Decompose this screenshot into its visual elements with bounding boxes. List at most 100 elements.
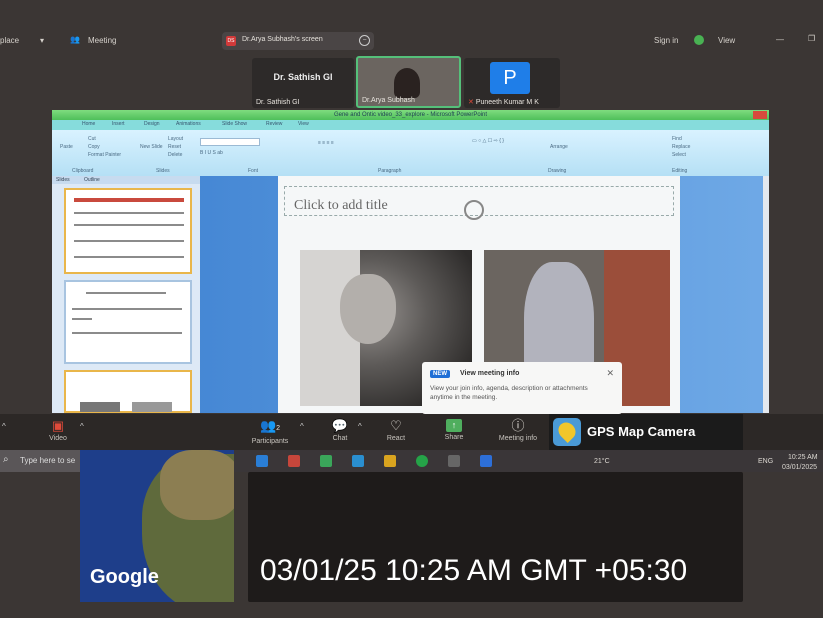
video-label: Video — [49, 435, 67, 442]
whatsapp-icon[interactable] — [416, 455, 428, 467]
participant-tile-puneeth[interactable]: P ✕ Puneeth Kumar M K — [464, 58, 560, 108]
copy-button[interactable]: Copy — [88, 144, 100, 150]
chat-label: Chat — [332, 435, 348, 442]
muted-icon: ✕ Puneeth Kumar M K — [468, 99, 539, 106]
new-slide-button[interactable]: New Slide — [140, 144, 163, 150]
audio-chevron-icon[interactable]: ^ — [2, 422, 6, 431]
app-icon[interactable] — [352, 455, 364, 467]
weather-temperature[interactable]: 21°C — [594, 458, 610, 465]
view-button[interactable]: View — [718, 36, 735, 45]
shapes-gallery[interactable]: ▭ ○ △ ☐ ⇨ { } — [472, 138, 504, 144]
gps-map-thumbnail: Google — [80, 450, 234, 602]
participants-chevron-icon[interactable]: ^ — [300, 422, 304, 431]
thumb-row — [74, 240, 184, 242]
react-button[interactable]: ♡ React — [368, 414, 424, 450]
clock-date[interactable]: 03/01/2025 — [782, 464, 817, 471]
video-chevron-icon[interactable]: ^ — [80, 422, 84, 431]
app-icon[interactable] — [288, 455, 300, 467]
shield-icon — [694, 35, 704, 45]
participants-icon: 👥2 — [259, 418, 281, 433]
arrange-button[interactable]: Arrange — [550, 144, 568, 150]
tab-slide-show[interactable]: Slide Show — [222, 121, 247, 127]
group-clipboard: Clipboard — [72, 168, 94, 174]
slide-thumbnail[interactable] — [64, 188, 192, 274]
thumb-row — [74, 212, 184, 214]
tab-slides[interactable]: Slides — [56, 177, 70, 183]
chat-button[interactable]: 💬 Chat — [312, 414, 368, 450]
font-format-icons[interactable]: B I U S ab — [200, 150, 223, 156]
gps-map-camera-badge: GPS Map Camera — [549, 414, 743, 450]
format-painter-button[interactable]: Format Painter — [88, 152, 121, 158]
slide-thumbnail[interactable] — [64, 280, 192, 364]
share-button[interactable]: ↑ Share — [426, 414, 482, 450]
popup-title: View meeting info — [460, 370, 520, 377]
slide-title-placeholder[interactable]: Click to add title — [294, 198, 388, 214]
thumb-row — [72, 308, 182, 310]
group-drawing: Drawing — [548, 168, 567, 174]
close-icon[interactable]: ✕ — [606, 368, 614, 379]
meeting-info-button[interactable]: ⓘ Meeting info — [490, 414, 546, 450]
group-font: Font — [248, 168, 259, 174]
meeting-label[interactable]: Meeting — [88, 36, 116, 45]
thumb-row — [86, 292, 166, 294]
search-input[interactable]: Type here to se — [20, 456, 75, 465]
meeting-info-label: Meeting info — [498, 435, 538, 442]
video-button[interactable]: ▣ Video — [30, 414, 86, 450]
tab-insert[interactable]: Insert — [112, 121, 125, 127]
tab-home[interactable]: Home — [82, 121, 95, 127]
powerpoint-window: Gene and Ontic video_33_explore - Micros… — [52, 110, 769, 413]
paragraph-icons[interactable]: ≡ ≡ ≡ ≡ — [318, 140, 334, 146]
ppt-ribbon: Paste Cut Copy Format Painter New Slide … — [52, 130, 769, 176]
participant-tile-sathish[interactable]: Dr. Sathish GI Dr. Sathish GI — [252, 58, 354, 108]
popup-description: View your join info, agenda, description… — [430, 385, 588, 401]
screen-share-indicator[interactable]: DS Dr.Arya Subhash's screen − — [222, 32, 374, 50]
slide-thumbnail[interactable] — [64, 370, 192, 413]
group-slides: Slides — [156, 168, 170, 174]
language-indicator[interactable]: ENG — [758, 458, 773, 465]
close-icon[interactable] — [753, 111, 767, 119]
meeting-icon[interactable]: 👥 — [70, 35, 80, 44]
slides-pane-tabs: Slides Outline — [52, 176, 200, 184]
tab-animations[interactable]: Animations — [176, 121, 201, 127]
tab-outline[interactable]: Outline — [84, 177, 100, 183]
group-editing: Editing — [672, 168, 688, 174]
video-off-icon: ▣ — [51, 418, 65, 433]
tab-review[interactable]: Review — [266, 121, 282, 127]
rotate-handle-icon[interactable] — [464, 200, 484, 220]
participants-button[interactable]: 👥2 Participants — [242, 414, 298, 450]
replace-button[interactable]: Replace — [672, 144, 690, 150]
ppt-title-bar: Gene and Ontic video_33_explore - Micros… — [52, 110, 769, 120]
share-options-icon[interactable]: − — [359, 35, 370, 46]
tab-view[interactable]: View — [298, 121, 309, 127]
participant-tile-arya[interactable]: Dr.Arya Subhash — [356, 56, 461, 108]
participant-display-name: Dr. Sathish GI — [273, 72, 333, 82]
chat-chevron-icon[interactable]: ^ — [358, 422, 362, 431]
clock-time[interactable]: 10:25 AM — [788, 454, 818, 461]
zoom-icon[interactable] — [480, 455, 492, 467]
vertical-scrollbar[interactable] — [763, 176, 769, 413]
thumb-row — [72, 332, 182, 334]
cut-button[interactable]: Cut — [88, 136, 96, 142]
taskbar-search[interactable]: ⌕ Type here to se — [0, 450, 80, 472]
participant-name: Dr.Arya Subhash — [362, 97, 415, 104]
chrome-icon[interactable] — [320, 455, 332, 467]
edge-icon[interactable] — [256, 455, 268, 467]
chevron-down-icon[interactable]: ▾ — [40, 36, 44, 45]
find-button[interactable]: Find — [672, 136, 682, 142]
file-explorer-icon[interactable] — [384, 455, 396, 467]
meeting-info-popup[interactable]: NEW View meeting info ✕ View your join i… — [422, 362, 622, 414]
reset-button[interactable]: Reset — [168, 144, 181, 150]
settings-icon[interactable] — [448, 455, 460, 467]
google-logo: Google — [90, 566, 159, 588]
select-button[interactable]: Select — [672, 152, 686, 158]
tab-design[interactable]: Design — [144, 121, 160, 127]
signin-link[interactable]: Sign in — [654, 36, 678, 45]
layout-button[interactable]: Layout — [168, 136, 183, 142]
font-family-select[interactable] — [200, 138, 260, 146]
minimize-icon[interactable]: — — [776, 35, 784, 44]
restore-icon[interactable]: ❐ — [808, 34, 815, 43]
slides-pane: Slides Outline — [52, 176, 200, 413]
new-badge: NEW — [430, 370, 450, 378]
paste-button[interactable]: Paste — [60, 144, 73, 150]
delete-button[interactable]: Delete — [168, 152, 182, 158]
